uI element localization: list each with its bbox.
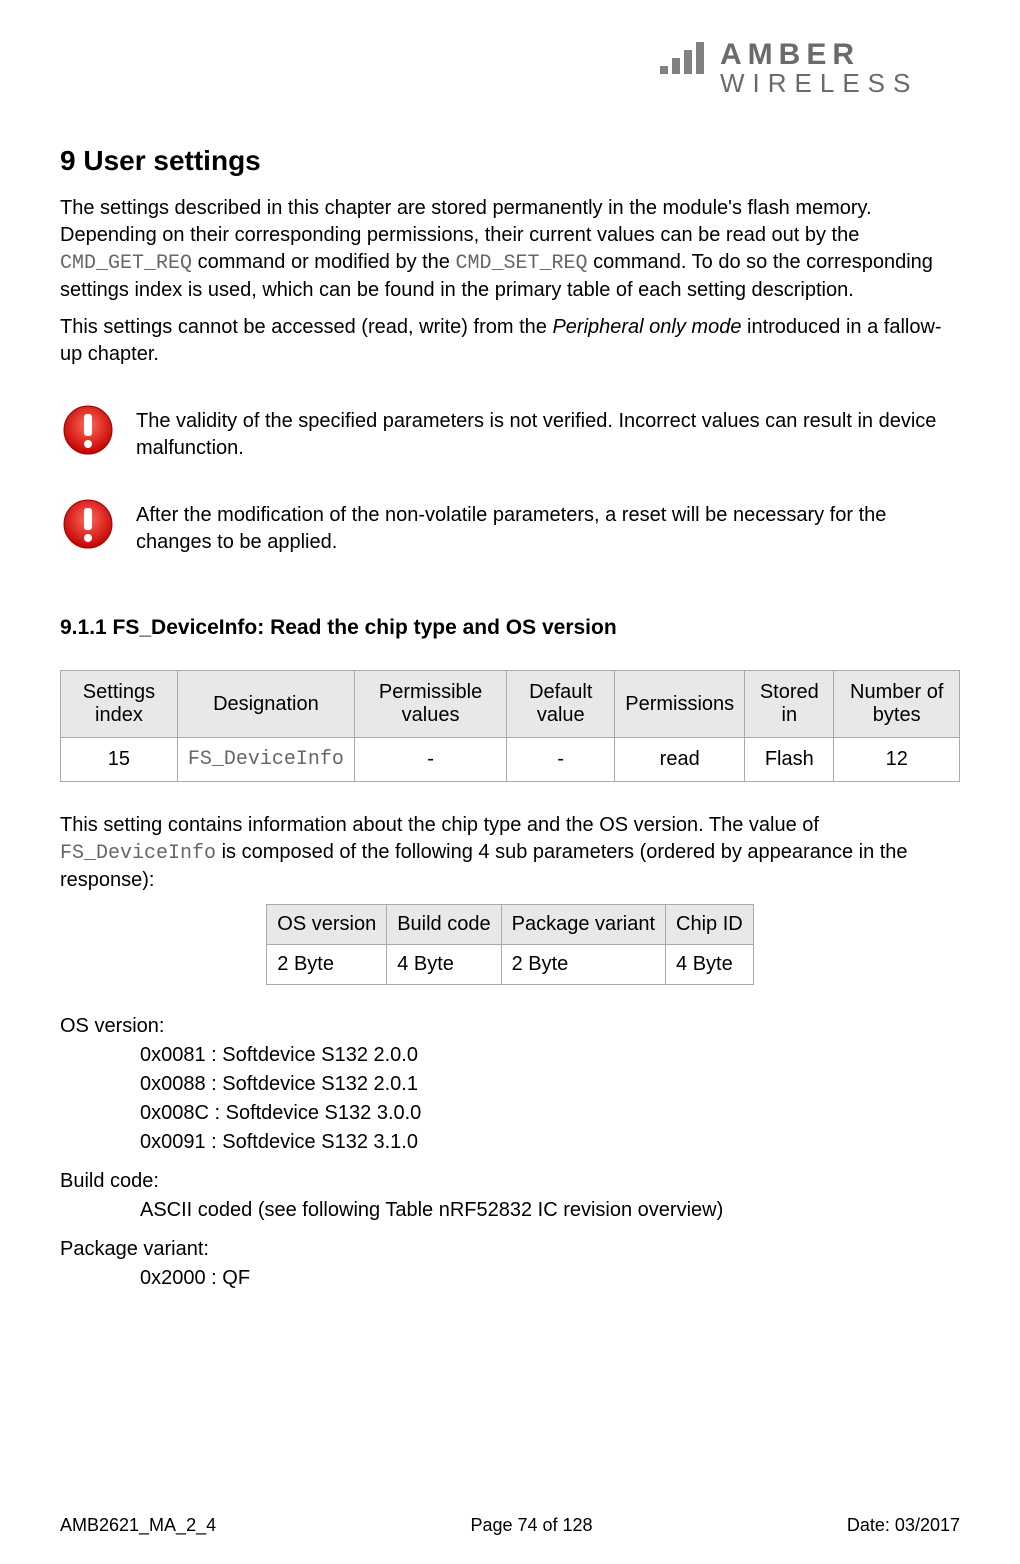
cell-permissions: read — [615, 738, 745, 782]
warning-icon — [60, 404, 116, 456]
os-version-value: 0x0088 : Softdevice S132 2.0.1 — [140, 1073, 960, 1096]
intro-text-1b: command or modified by the — [192, 251, 455, 273]
col-stored-in: Stored in — [745, 671, 834, 738]
cell-package-variant: 2 Byte — [501, 945, 665, 985]
alert-box-1: The validity of the specified parameters… — [60, 404, 960, 462]
package-variant-label: Package variant: — [60, 1238, 960, 1261]
desc-text-a: This setting contains information about … — [60, 814, 819, 836]
cell-permissible-values: - — [354, 738, 506, 782]
cell-chip-id: 4 Byte — [666, 945, 754, 985]
settings-table: Settings index Designation Permissible v… — [60, 670, 960, 782]
col-number-bytes: Number of bytes — [834, 671, 960, 738]
page-footer: AMB2621_MA_2_4 Page 74 of 128 Date: 03/2… — [60, 1515, 960, 1536]
cell-build-code: 4 Byte — [387, 945, 501, 985]
os-version-value: 0x008C : Softdevice S132 3.0.0 — [140, 1102, 960, 1125]
footer-page-number: Page 74 of 128 — [470, 1515, 592, 1536]
description-paragraph: This setting contains information about … — [60, 812, 960, 894]
build-code-label: Build code: — [60, 1170, 960, 1193]
os-version-label: OS version: — [60, 1015, 960, 1038]
cell-default-value: - — [507, 738, 615, 782]
warning-icon — [60, 498, 116, 550]
col-default-value: Default value — [507, 671, 615, 738]
table-row: 15 FS_DeviceInfo - - read Flash 12 — [61, 738, 960, 782]
alert-box-2: After the modification of the non-volati… — [60, 498, 960, 556]
col-chip-id: Chip ID — [666, 905, 754, 945]
col-settings-index: Settings index — [61, 671, 178, 738]
footer-doc-id: AMB2621_MA_2_4 — [60, 1515, 216, 1536]
intro-paragraph-2: This settings cannot be accessed (read, … — [60, 314, 960, 368]
logo-line2: WIRELESS — [720, 68, 918, 98]
footer-date: Date: 03/2017 — [847, 1515, 960, 1536]
cell-stored-in: Flash — [745, 738, 834, 782]
col-permissible-values: Permissible values — [354, 671, 506, 738]
cell-os-version: 2 Byte — [267, 945, 387, 985]
col-os-version: OS version — [267, 905, 387, 945]
peripheral-only-mode: Peripheral only mode — [552, 316, 741, 338]
cell-designation: FS_DeviceInfo — [177, 738, 354, 782]
subsection-heading: 9.1.1 FS_DeviceInfo: Read the chip type … — [60, 616, 960, 640]
subparam-table: OS version Build code Package variant Ch… — [266, 904, 753, 985]
cell-number-bytes: 12 — [834, 738, 960, 782]
intro-text-2a: This settings cannot be accessed (read, … — [60, 316, 552, 338]
alert-text-1: The validity of the specified parameters… — [136, 404, 960, 462]
intro-text-1a: The settings described in this chapter a… — [60, 197, 872, 246]
alert-text-2: After the modification of the non-volati… — [136, 498, 960, 556]
col-build-code: Build code — [387, 905, 501, 945]
table-header-row: OS version Build code Package variant Ch… — [267, 905, 753, 945]
package-variant-value: 0x2000 : QF — [140, 1267, 960, 1290]
cmd-get-req: CMD_GET_REQ — [60, 252, 192, 275]
brand-logo: AMBER WIRELESS — [60, 30, 960, 105]
col-designation: Designation — [177, 671, 354, 738]
col-permissions: Permissions — [615, 671, 745, 738]
section-heading: 9 User settings — [60, 145, 960, 177]
os-version-value: 0x0091 : Softdevice S132 3.1.0 — [140, 1131, 960, 1154]
cell-settings-index: 15 — [61, 738, 178, 782]
table-header-row: Settings index Designation Permissible v… — [61, 671, 960, 738]
table-row: 2 Byte 4 Byte 2 Byte 4 Byte — [267, 945, 753, 985]
col-package-variant: Package variant — [501, 905, 665, 945]
os-version-value: 0x0081 : Softdevice S132 2.0.0 — [140, 1044, 960, 1067]
fs-deviceinfo: FS_DeviceInfo — [60, 842, 216, 865]
logo-line1: AMBER — [720, 38, 860, 71]
intro-paragraph-1: The settings described in this chapter a… — [60, 195, 960, 304]
cmd-set-req: CMD_SET_REQ — [456, 252, 588, 275]
build-code-value: ASCII coded (see following Table nRF5283… — [140, 1199, 960, 1222]
